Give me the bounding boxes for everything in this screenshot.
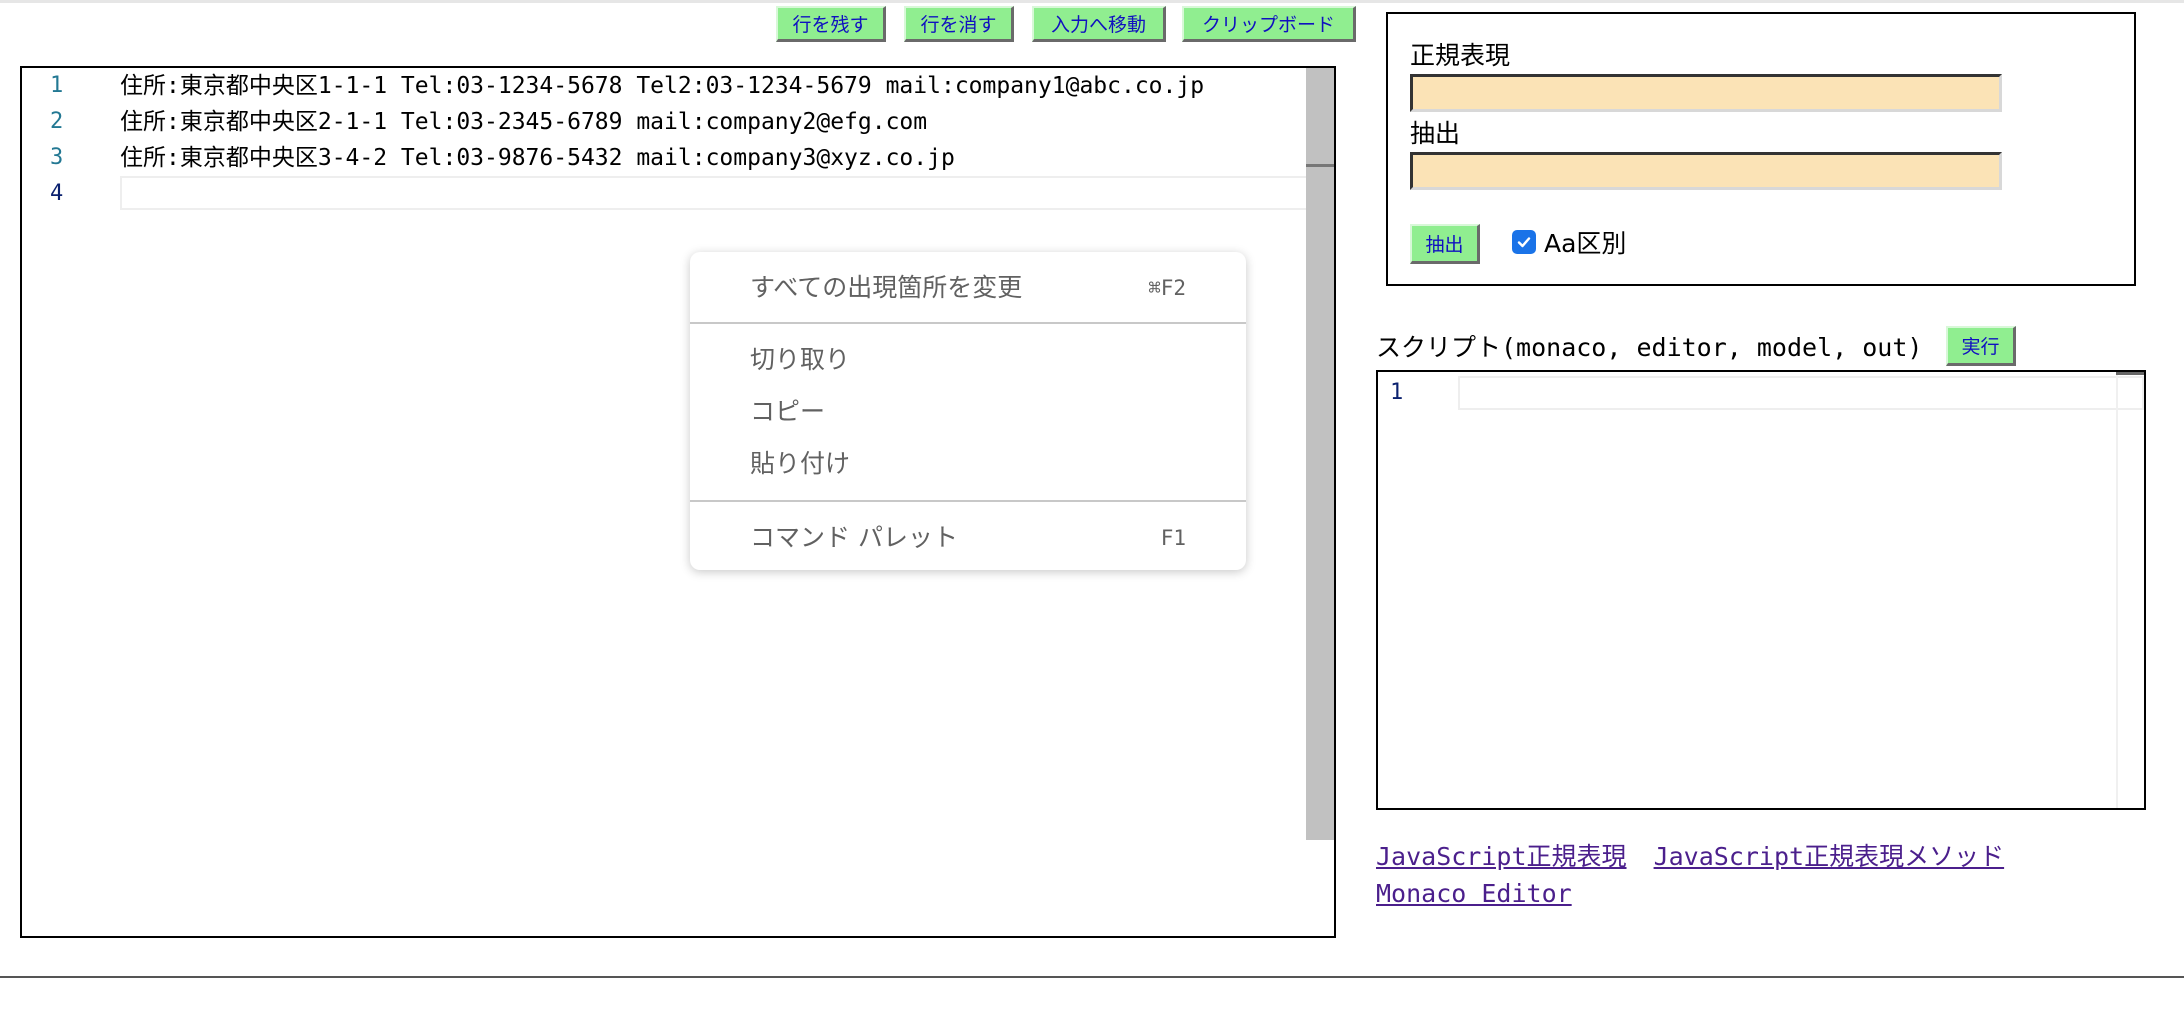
link-javascript-regex[interactable]: JavaScript正規表現 — [1376, 842, 1627, 871]
script-label: スクリプト(monaco, editor, model, out) — [1376, 333, 1923, 362]
line-number: 1 — [50, 73, 64, 98]
editor-scrollbar[interactable] — [1306, 68, 1334, 840]
extract-input[interactable] — [1410, 152, 2002, 190]
menu-item-cut[interactable]: 切り取り — [690, 338, 1246, 382]
extract-button[interactable]: 抽出 — [1410, 224, 1480, 264]
menu-item-label: 貼り付け — [750, 449, 851, 478]
scrollbar-position-marker — [2116, 372, 2144, 375]
menu-item-label: すべての出現箇所を変更 — [750, 273, 1023, 302]
line-text[interactable]: 住所:東京都中央区3-4-2 Tel:03-9876-5432 mail:com… — [120, 140, 955, 176]
regex-label: 正規表現 — [1410, 41, 1511, 70]
move-to-input-button[interactable]: 入力へ移動 — [1032, 6, 1166, 42]
menu-item-paste[interactable]: 貼り付け — [690, 442, 1246, 486]
case-sensitive-label: Aa区別 — [1544, 229, 1627, 258]
menu-item-change-all-occurrences[interactable]: すべての出現箇所を変更 ⌘F2 — [690, 266, 1246, 310]
menu-separator — [690, 500, 1246, 502]
line-number: 3 — [50, 145, 64, 170]
menu-separator — [690, 322, 1246, 324]
link-monaco-editor[interactable]: Monaco Editor — [1376, 879, 1572, 908]
line-number: 1 — [1390, 380, 1404, 405]
regex-panel: 正規表現 抽出 抽出 Aa区別 — [1386, 12, 2136, 286]
current-line-highlight — [1458, 376, 2144, 410]
editor-line[interactable]: 3 住所:東京都中央区3-4-2 Tel:03-9876-5432 mail:c… — [22, 140, 1312, 176]
link-javascript-regex-methods[interactable]: JavaScript正規表現メソッド — [1654, 842, 2005, 871]
delete-lines-button[interactable]: 行を消す — [904, 6, 1014, 42]
menu-item-label: コピー — [750, 397, 826, 426]
top-border — [0, 0, 2184, 3]
editor-line[interactable]: 2 住所:東京都中央区2-1-1 Tel:03-2345-6789 mail:c… — [22, 104, 1312, 140]
line-text[interactable]: 住所:東京都中央区1-1-1 Tel:03-1234-5678 Tel2:03-… — [120, 68, 1204, 104]
context-menu: すべての出現箇所を変更 ⌘F2 切り取り コピー 貼り付け コマンド パレット … — [690, 252, 1246, 570]
line-number: 2 — [50, 109, 64, 134]
case-sensitive-checkbox[interactable] — [1512, 230, 1536, 254]
editor-line[interactable]: 1 住所:東京都中央区1-1-1 Tel:03-1234-5678 Tel2:0… — [22, 68, 1312, 104]
menu-item-shortcut: F1 — [1160, 526, 1186, 550]
extract-label: 抽出 — [1410, 119, 1461, 148]
script-editor[interactable]: 1 — [1376, 370, 2146, 810]
regex-input[interactable] — [1410, 74, 2002, 112]
reference-links: JavaScript正規表現 JavaScript正規表現メソッド Monaco… — [1376, 838, 2004, 912]
checkmark-icon — [1517, 237, 1531, 248]
clipboard-button[interactable]: クリップボード — [1182, 6, 1356, 42]
editor-line[interactable]: 4 — [22, 176, 1312, 212]
menu-item-label: 切り取り — [750, 345, 851, 374]
menu-item-shortcut: ⌘F2 — [1148, 276, 1186, 300]
line-number: 4 — [50, 181, 64, 206]
keep-lines-button[interactable]: 行を残す — [776, 6, 886, 42]
editor-ruler — [2116, 372, 2118, 808]
menu-item-copy[interactable]: コピー — [690, 390, 1246, 434]
run-button[interactable]: 実行 — [1946, 326, 2016, 366]
menu-item-command-palette[interactable]: コマンド パレット F1 — [690, 516, 1246, 560]
scrollbar-position-marker — [1306, 164, 1334, 167]
bottom-border — [0, 976, 2184, 978]
line-text[interactable]: 住所:東京都中央区2-1-1 Tel:03-2345-6789 mail:com… — [120, 104, 927, 140]
menu-item-label: コマンド パレット — [750, 523, 958, 552]
